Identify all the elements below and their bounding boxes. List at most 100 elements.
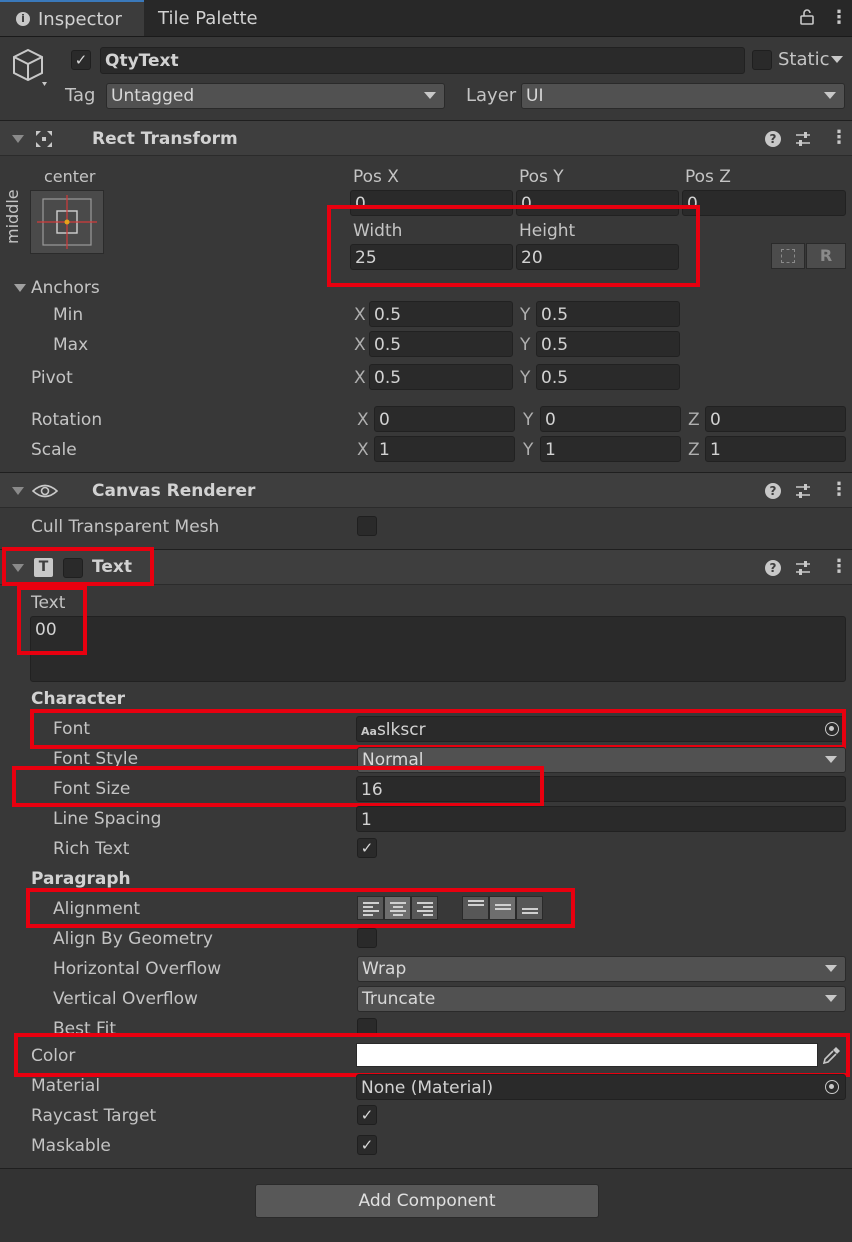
eye-icon — [31, 482, 59, 500]
tag-value: Untagged — [111, 86, 195, 106]
scale-z-input[interactable]: 1 — [705, 436, 846, 462]
horizontal-overflow-dropdown[interactable]: Wrap — [357, 956, 846, 982]
static-dropdown-icon[interactable] — [831, 56, 843, 63]
rich-text-checkbox[interactable]: ✓ — [357, 838, 377, 858]
align-right-button[interactable] — [411, 896, 438, 920]
chevron-down-icon — [424, 92, 436, 99]
eyedropper-icon[interactable] — [822, 1045, 842, 1065]
component-menu-icon[interactable]: ⋮ — [830, 129, 848, 147]
text-component-header[interactable]: T Text ? ⋮ — [0, 549, 852, 585]
presets-icon[interactable] — [795, 131, 811, 147]
font-object-field[interactable]: Aaslkscr — [356, 716, 846, 742]
presets-icon[interactable] — [795, 560, 811, 576]
help-icon[interactable]: ? — [765, 560, 781, 576]
align-left-button[interactable] — [357, 896, 384, 920]
axis-y-label: Y — [520, 335, 531, 355]
anchors-foldout-icon[interactable] — [14, 284, 26, 292]
foldout-arrow-icon[interactable] — [12, 564, 24, 572]
help-icon[interactable]: ? — [765, 483, 781, 499]
layer-value: UI — [526, 86, 544, 106]
axis-x-label: X — [357, 440, 369, 460]
tab-tile-palette[interactable]: Tile Palette — [158, 0, 258, 36]
text-enabled-checkbox[interactable] — [63, 558, 83, 578]
axis-x-label: X — [354, 368, 366, 388]
anchor-min-y-input[interactable]: 0.5 — [536, 301, 680, 327]
scale-y-input[interactable]: 1 — [540, 436, 681, 462]
text-value-area[interactable]: 00 — [30, 616, 846, 682]
width-input[interactable]: 25 — [350, 244, 513, 270]
material-value: None (Material) — [361, 1078, 494, 1098]
align-middle-icon — [495, 904, 511, 912]
axis-y-label: Y — [520, 305, 531, 325]
tab-menu-icon[interactable]: ⋮ — [830, 9, 848, 27]
component-menu-icon[interactable]: ⋮ — [830, 558, 848, 576]
layer-dropdown[interactable]: UI — [521, 83, 845, 109]
maskable-label: Maskable — [31, 1136, 111, 1156]
blueprint-mode-button[interactable] — [771, 243, 805, 269]
rotation-y-input[interactable]: 0 — [540, 406, 681, 432]
anchor-max-x-input[interactable]: 0.5 — [369, 331, 513, 357]
align-top-icon — [468, 900, 484, 908]
axis-z-label: Z — [688, 440, 700, 460]
component-menu-icon[interactable]: ⋮ — [830, 481, 848, 499]
gameobject-cube-icon[interactable] — [12, 48, 52, 88]
presets-icon[interactable] — [795, 483, 811, 499]
chevron-down-icon — [824, 92, 836, 99]
align-by-geometry-checkbox[interactable] — [357, 928, 377, 948]
anchor-max-y-input[interactable]: 0.5 — [536, 331, 680, 357]
font-style-dropdown[interactable]: Normal — [357, 747, 846, 773]
object-picker-icon[interactable] — [825, 722, 839, 736]
tab-inspector[interactable]: i Inspector — [0, 0, 144, 36]
pivot-y-input[interactable]: 0.5 — [536, 364, 680, 390]
pos-y-input[interactable]: 0 — [516, 190, 679, 216]
pos-x-input[interactable]: 0 — [350, 190, 513, 216]
canvas-renderer-header[interactable]: Canvas Renderer ? ⋮ — [0, 472, 852, 508]
lock-icon[interactable] — [800, 9, 814, 25]
rotation-z-input[interactable]: 0 — [705, 406, 846, 432]
help-icon[interactable]: ? — [765, 131, 781, 147]
line-spacing-input[interactable]: 1 — [356, 806, 846, 832]
axis-x-label: X — [354, 305, 366, 325]
object-name-input[interactable]: QtyText — [100, 47, 745, 74]
active-toggle[interactable]: ✓ — [71, 50, 91, 70]
static-toggle[interactable] — [752, 50, 772, 70]
raycast-target-checkbox[interactable]: ✓ — [357, 1105, 377, 1125]
rect-transform-header[interactable]: Rect Transform ? ⋮ — [0, 120, 852, 156]
material-object-field[interactable]: None (Material) — [356, 1074, 846, 1100]
color-swatch[interactable] — [356, 1043, 818, 1067]
font-size-input[interactable]: 16 — [356, 776, 846, 802]
anchor-min-x-input[interactable]: 0.5 — [369, 301, 513, 327]
align-center-button[interactable] — [384, 896, 411, 920]
object-picker-icon[interactable] — [825, 1080, 839, 1094]
component-title: Rect Transform — [92, 129, 238, 149]
align-top-button[interactable] — [462, 896, 489, 920]
raw-edit-button[interactable]: R — [806, 243, 846, 269]
pos-x-label: Pos X — [353, 167, 399, 187]
foldout-arrow-icon[interactable] — [12, 487, 24, 495]
cull-transparent-mesh-checkbox[interactable] — [357, 516, 377, 536]
axis-y-label: Y — [523, 440, 534, 460]
pos-z-input[interactable]: 0 — [682, 190, 846, 216]
best-fit-checkbox[interactable] — [357, 1018, 377, 1038]
scale-x-input[interactable]: 1 — [374, 436, 515, 462]
axis-y-label: Y — [520, 368, 531, 388]
align-left-icon — [363, 902, 379, 918]
maskable-checkbox[interactable]: ✓ — [357, 1135, 377, 1155]
align-bottom-icon — [522, 908, 538, 916]
rich-text-label: Rich Text — [53, 839, 130, 859]
foldout-arrow-icon[interactable] — [12, 135, 24, 143]
tab-bar: i Inspector Tile Palette ⋮ — [0, 0, 852, 37]
vertical-overflow-dropdown[interactable]: Truncate — [357, 986, 846, 1012]
alignment-label: Alignment — [53, 899, 141, 919]
anchor-presets-button[interactable] — [30, 190, 104, 254]
tag-label: Tag — [65, 85, 96, 106]
line-spacing-label: Line Spacing — [53, 809, 162, 829]
rotation-x-input[interactable]: 0 — [374, 406, 515, 432]
chevron-down-icon — [825, 965, 837, 972]
align-bottom-button[interactable] — [516, 896, 543, 920]
tag-dropdown[interactable]: Untagged — [106, 83, 445, 109]
add-component-button[interactable]: Add Component — [255, 1184, 599, 1218]
height-input[interactable]: 20 — [516, 244, 679, 270]
align-middle-button[interactable] — [489, 896, 516, 920]
pivot-x-input[interactable]: 0.5 — [369, 364, 513, 390]
